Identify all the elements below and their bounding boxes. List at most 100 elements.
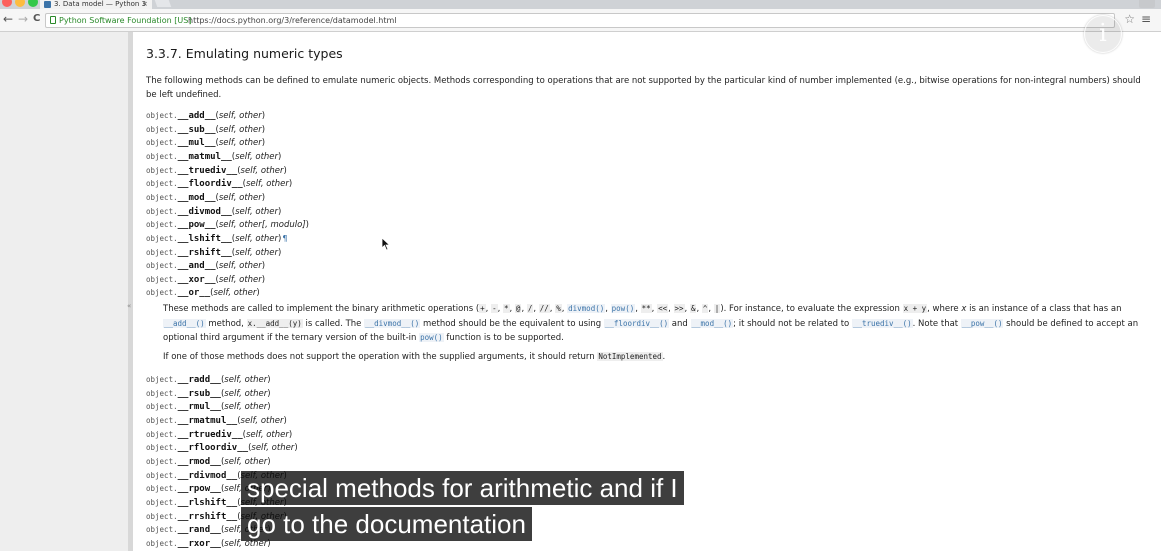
method-signature: object.__rmul__(self, other) (146, 402, 271, 413)
method-args: self, other (218, 192, 262, 203)
operator-code: // (538, 304, 550, 313)
back-icon[interactable]: ← (3, 12, 13, 26)
operator-code: % (555, 304, 562, 313)
method-signature: object.__xor__(self, other) (146, 274, 266, 285)
pow-link[interactable]: __pow__() (960, 318, 1004, 328)
reload-icon[interactable]: C (33, 12, 40, 26)
method-name: __rtruediv__ (177, 429, 243, 440)
operator-code: * (503, 304, 510, 313)
method-signature: object.__truediv__(self, other) (146, 165, 287, 176)
divmod-link[interactable]: __divmod__() (364, 318, 421, 328)
method-args: self, other (213, 288, 257, 299)
operator-code: ^ (701, 304, 709, 313)
method-args: self, other (235, 206, 279, 217)
collapse-sidebar-button[interactable]: « (127, 302, 131, 310)
method-signature: object.__pow__(self, other[, modulo]) (146, 220, 309, 231)
signature-prefix: object. (146, 470, 178, 480)
operator-code: >> (673, 304, 685, 313)
method-args: self, other (235, 151, 279, 162)
method-name: __radd__ (177, 375, 221, 385)
method-name: __mod__ (177, 192, 216, 203)
method-signature: object.__rsub__(self, other) (146, 388, 271, 399)
method-signature: object.__lshift__(self, other)¶ (146, 233, 288, 244)
minimize-window-icon[interactable] (15, 0, 25, 7)
tab-close-icon[interactable]: × (142, 0, 148, 8)
method-name: __or__ (177, 288, 211, 299)
truediv-link[interactable]: __truediv__() (851, 318, 913, 328)
intro-paragraph: The following methods can be defined to … (146, 76, 1141, 100)
method-signature: object.__rfloordiv__(self, other) (146, 443, 298, 454)
method-signature: object.__floordiv__(self, other) (146, 179, 293, 190)
signature-prefix: object. (146, 415, 178, 425)
signature-prefix: object. (146, 274, 178, 284)
signature-prefix: object. (146, 124, 178, 134)
signature-prefix: object. (146, 288, 178, 298)
method-args: self, other (218, 111, 262, 121)
info-icon[interactable]: i (1084, 15, 1122, 53)
operator-code: @ (514, 304, 522, 313)
signature-prefix: object. (146, 220, 178, 230)
method-name: __rmatmul__ (177, 415, 238, 426)
method-name: __floordiv__ (177, 179, 243, 190)
method-name: __rsub__ (177, 388, 221, 399)
signature-prefix: object. (146, 375, 178, 384)
operator-code: / (526, 304, 534, 313)
hamburger-menu-icon[interactable]: ≡ (1141, 12, 1151, 26)
tab-title: 3. Data model — Python 3 (54, 0, 147, 8)
close-window-icon[interactable] (2, 0, 12, 7)
url-text[interactable]: https://docs.python.org/3/reference/data… (188, 14, 396, 27)
method-args: self, other (240, 165, 284, 176)
signature-prefix: object. (146, 179, 178, 189)
signature-prefix: object. (146, 402, 178, 412)
method-name: __mul__ (177, 138, 216, 149)
profile-button[interactable] (1139, 0, 1155, 8)
forward-icon[interactable]: → (18, 12, 28, 26)
description-paragraph: These methods are called to implement th… (163, 304, 1139, 343)
python-favicon-icon (44, 1, 51, 8)
new-tab-button[interactable] (154, 0, 172, 7)
caption-line-2: go to the documentation (241, 507, 532, 541)
method-args: self, other (245, 179, 289, 190)
browser-toolbar: ← → C Python Software Foundation [US] ht… (0, 9, 1161, 32)
method-name: __lshift__ (177, 233, 232, 244)
method-name: __rrshift__ (177, 511, 238, 522)
method-name: __rand__ (177, 525, 221, 536)
star-icon[interactable]: ☆ (1124, 12, 1135, 26)
ev-certificate-label[interactable]: Python Software Foundation [US] (59, 14, 191, 27)
signature-prefix: object. (146, 111, 178, 120)
method-args: self, other (218, 274, 262, 285)
method-signature: object.__rmod__(self, other) (146, 456, 271, 467)
method-signature: object.__matmul__(self, other) (146, 151, 282, 162)
address-bar[interactable]: Python Software Foundation [US] https://… (45, 13, 1115, 28)
signature-prefix: object. (146, 429, 178, 439)
method-signature: object.__rtruediv__(self, other) (146, 429, 293, 440)
operator-code[interactable]: pow() (610, 304, 636, 313)
method-signature: object.__mod__(self, other) (146, 192, 266, 203)
notimplemented-paragraph: If one of those methods does not support… (163, 352, 666, 362)
method-name: __rmul__ (177, 402, 221, 413)
operator-code[interactable]: divmod() (567, 304, 606, 313)
method-name: __pow__ (177, 220, 216, 231)
signature-prefix: object. (146, 261, 178, 271)
signature-prefix: object. (146, 525, 178, 535)
operator-code: ** (640, 304, 652, 313)
mod-link[interactable]: __mod__() (690, 318, 734, 328)
signature-prefix: object. (146, 511, 178, 521)
method-signature: object.__rmatmul__(self, other) (146, 415, 287, 426)
signature-prefix: object. (146, 443, 178, 453)
maximize-window-icon[interactable] (28, 0, 38, 7)
method-name: __rshift__ (177, 247, 232, 258)
pow-builtin-link[interactable]: pow() (419, 333, 444, 342)
permalink-icon[interactable]: ¶ (282, 234, 287, 243)
floordiv-link[interactable]: __floordiv__() (603, 318, 670, 328)
method-name: __rfloordiv__ (177, 443, 249, 454)
method-args: self, other (218, 261, 262, 272)
operator-code: << (657, 304, 669, 313)
add-link[interactable]: __add__() (163, 318, 206, 328)
method-name: __xor__ (177, 274, 216, 285)
tab-datamodel[interactable]: 3. Data model — Python 3 × (40, 0, 152, 9)
method-args: self, other (251, 443, 295, 454)
signature-prefix: object. (146, 151, 178, 161)
method-signature: object.__mul__(self, other) (146, 138, 266, 149)
page-title: 3.3.7. Emulating numeric types (146, 46, 343, 61)
